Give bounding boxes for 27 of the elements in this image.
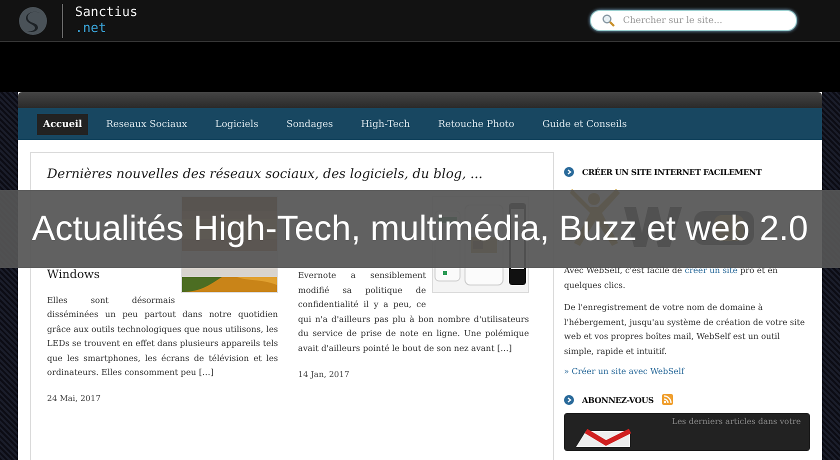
- nav-tab[interactable]: Reseaux Sociaux: [96, 114, 198, 134]
- sidebar-heading: ABONNEZ-VOUS: [582, 394, 654, 404]
- nav-tab[interactable]: Sondages: [276, 114, 343, 134]
- site-domain[interactable]: .net: [75, 20, 138, 36]
- bullet-icon: [564, 394, 574, 404]
- inline-link[interactable]: créer un site: [684, 265, 738, 275]
- promo-text: Les derniers articles dans votre: [672, 417, 801, 426]
- nav-tab[interactable]: High-Tech: [351, 114, 420, 134]
- sidebar-link[interactable]: » Créer un site avec WebSelf: [564, 366, 810, 376]
- nav-tab[interactable]: Accueil: [37, 114, 88, 134]
- bullet-icon: [564, 167, 574, 177]
- site-name[interactable]: Sanctius: [75, 4, 138, 20]
- article-title[interactable]: Windows: [47, 267, 100, 282]
- sidebar-text: De l'enregistrement de votre nom de domaine à l'hébergement, jusqu'au système de création de votre site web et vos propres boîtes mail, WebSelf est un outil simple, rapide et intuitif.: [564, 301, 806, 358]
- rss-icon[interactable]: [662, 394, 673, 405]
- nav-tab[interactable]: Logiciels: [205, 114, 268, 134]
- banner-title: Actualités High-Tech, multimédia, Buzz et web 2.0: [0, 190, 840, 268]
- article-date: 24 Mai, 2017: [47, 394, 102, 404]
- article-excerpt: Evernote a sensiblement modifié sa politique de confidentialité il y a peu, ce qui n'a d'ailleurs pas plu à bon nombre d'utilisateurs du service de prise de note en ligne. Une polémique avait d'ailleurs pointé le bout de son nez avant […]: [298, 269, 529, 355]
- search-field[interactable]: Chercher sur le site...: [590, 10, 797, 31]
- article-date: 14 Jan, 2017: [298, 370, 350, 379]
- section-heading: Dernières nouvelles des réseaux sociaux, des logiciels, du blog, ...: [47, 167, 484, 182]
- nav-tab[interactable]: Guide et Conseils: [532, 114, 637, 134]
- logo-icon[interactable]: [18, 6, 48, 36]
- sidebar-heading: CRÉER UN SITE INTERNET FACILEMENT: [582, 167, 762, 177]
- nav-tab[interactable]: Retouche Photo: [428, 114, 524, 134]
- article-excerpt: Elles sont désormais disséminées un peu partout dans notre quotidien grâce aux outils technologiques que nous utilisons, les LEDs se trouvent en effet dans plusieurs appareils tels que les smartphones, les écrans de télévision et les ordinateurs. Elles consomment peu […]: [47, 294, 278, 380]
